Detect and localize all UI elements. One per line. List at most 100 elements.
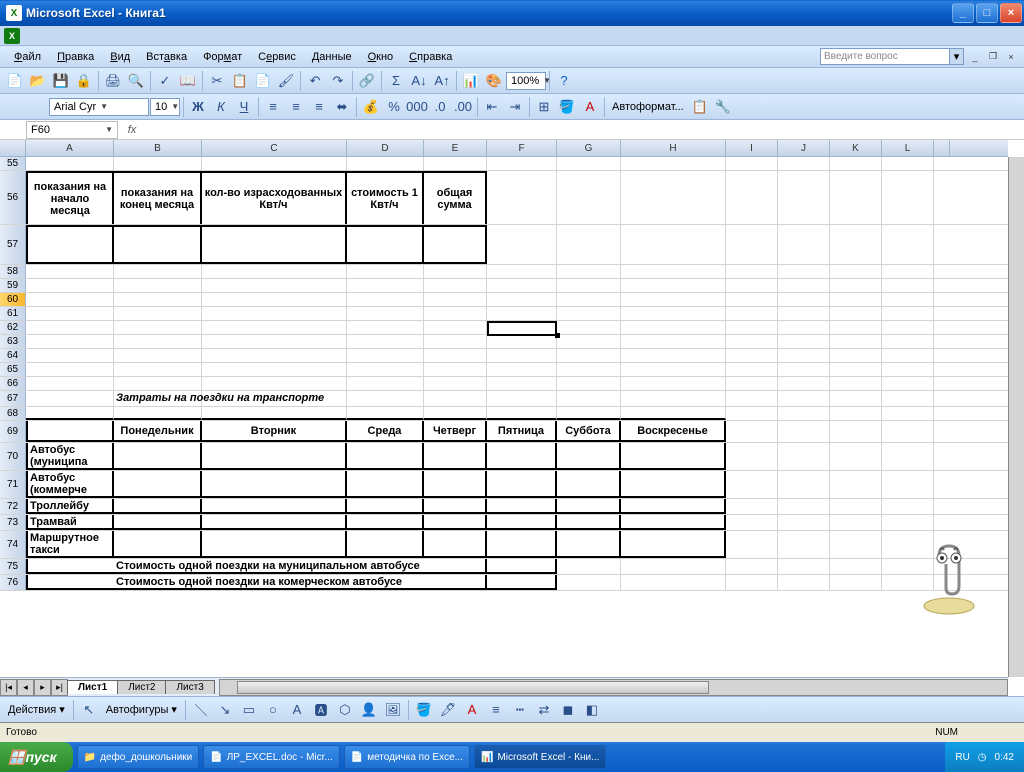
col-J[interactable]: J [778,140,830,156]
sheet-nav-prev[interactable]: ◂ [17,679,34,696]
col-K[interactable]: K [830,140,882,156]
sheet-nav-next[interactable]: ▸ [34,679,51,696]
inc-indent-button[interactable]: ⇥ [504,96,526,118]
menu-edit[interactable]: Правка [49,49,102,65]
col-D[interactable]: D [347,140,424,156]
sheet-tab-2[interactable]: Лист2 [117,680,166,694]
menu-insert[interactable]: Вставка [138,49,195,65]
select-arrow[interactable]: ↖ [78,699,100,721]
underline-button[interactable]: Ч [233,96,255,118]
print-button[interactable]: 🖨 [102,70,124,92]
name-box[interactable]: F60▼ [26,121,118,139]
tray-icon[interactable]: ◷ [978,752,987,763]
copy-button[interactable]: 📋 [229,70,251,92]
table1-h2[interactable]: показания на конец месяца [114,171,202,224]
maximize-button[interactable]: □ [976,3,998,23]
new-button[interactable]: 📄 [4,70,26,92]
rect-tool[interactable]: ▭ [238,699,260,721]
tool-extra2[interactable]: 🔧 [712,96,734,118]
picture-tool[interactable]: 🖼 [382,699,404,721]
spell-button[interactable]: ✓ [154,70,176,92]
permissions-button[interactable]: 🔒 [73,70,95,92]
menu-service[interactable]: Сервис [250,49,304,65]
row-head[interactable]: 55 [0,157,26,170]
task-folder[interactable]: 📁 дефо_дошкольники [77,745,200,769]
dash-style-button[interactable]: ┅ [509,699,531,721]
vertical-scrollbar[interactable] [1008,157,1024,677]
align-center-button[interactable]: ≡ [285,96,307,118]
bold-button[interactable]: Ж [187,96,209,118]
borders-button[interactable]: ⊞ [533,96,555,118]
task-word2[interactable]: 📄 методичка по Exce... [344,745,470,769]
menu-data[interactable]: Данные [304,49,360,65]
doc-close[interactable]: × [1004,50,1018,64]
inc-decimal-button[interactable]: .0 [429,96,451,118]
select-all-corner[interactable] [0,140,26,156]
col-L[interactable]: L [882,140,934,156]
chart-button[interactable]: 📊 [460,70,482,92]
preview-button[interactable]: 🔍 [125,70,147,92]
sheet-tab-1[interactable]: Лист1 [67,680,118,694]
cut-button[interactable]: ✂ [206,70,228,92]
col-C[interactable]: C [202,140,347,156]
table1-h4[interactable]: стоимость 1 Квт/ч [347,171,424,224]
sheet-nav-first[interactable]: |◂ [0,679,17,696]
fill-handle[interactable] [555,333,560,338]
ask-question-box[interactable]: Введите вопрос [820,48,950,65]
table1-h3[interactable]: кол-во израсходованных Квт/ч [202,171,347,224]
clock[interactable]: 0:42 [995,752,1014,763]
sheet-tab-3[interactable]: Лист3 [165,680,214,694]
hyperlink-button[interactable]: 🔗 [356,70,378,92]
arrow-style-button[interactable]: ⇄ [533,699,555,721]
row-head[interactable]: 57 [0,225,26,264]
sort-desc-button[interactable]: A↑ [431,70,453,92]
textbox-tool[interactable]: A [286,699,308,721]
tool-extra1[interactable]: 📋 [689,96,711,118]
comma-button[interactable]: 000 [406,96,428,118]
format-painter-button[interactable]: 🖌 [275,70,297,92]
font-name-dropdown[interactable]: Arial Cyr▼ [49,98,149,116]
font-color-button[interactable]: A [579,96,601,118]
task-word1[interactable]: 📄 ЛР_EXCEL.doc - Micr... [203,745,340,769]
dec-indent-button[interactable]: ⇤ [481,96,503,118]
col-A[interactable]: A [26,140,114,156]
sort-asc-button[interactable]: A↓ [408,70,430,92]
zoom-dropdown[interactable]: 100%▼ [506,72,546,90]
font-color-button2[interactable]: A [461,699,483,721]
col-G[interactable]: G [557,140,621,156]
fill-color-button[interactable]: 🪣 [556,96,578,118]
align-right-button[interactable]: ≡ [308,96,330,118]
col-H[interactable]: H [621,140,726,156]
fill-button[interactable]: 🪣 [413,699,435,721]
menu-help[interactable]: Справка [401,49,460,65]
diagram-tool[interactable]: ⬡ [334,699,356,721]
fx-button[interactable]: fx [122,124,142,136]
menu-view[interactable]: Вид [102,49,138,65]
task-excel[interactable]: 📊 Microsoft Excel - Кни... [474,745,606,769]
doc-restore[interactable]: ❐ [986,50,1000,64]
table1-h1[interactable]: показания на начало месяца [26,171,114,224]
lang-indicator[interactable]: RU [955,752,969,763]
menu-format[interactable]: Формат [195,49,250,65]
oval-tool[interactable]: ○ [262,699,284,721]
font-size-dropdown[interactable]: 10▼ [150,98,180,116]
col-F[interactable]: F [487,140,557,156]
currency-button[interactable]: 💰 [360,96,382,118]
3d-button[interactable]: ◧ [581,699,603,721]
table1-h5[interactable]: общая сумма [424,171,487,224]
formula-input[interactable] [142,121,1024,139]
drawing-button[interactable]: 🎨 [483,70,505,92]
autosum-button[interactable]: Σ [385,70,407,92]
ask-dropdown[interactable]: ▾ [950,48,964,65]
menu-file[interactable]: Файл [6,49,49,65]
open-button[interactable]: 📂 [27,70,49,92]
arrow-tool[interactable]: ↘ [214,699,236,721]
percent-button[interactable]: % [383,96,405,118]
sheet-nav-last[interactable]: ▸| [51,679,68,696]
autoshapes-button[interactable]: Автофигуры ▾ [102,703,181,716]
align-left-button[interactable]: ≡ [262,96,284,118]
row-head[interactable]: 56 [0,171,26,224]
minimize-button[interactable]: _ [952,3,974,23]
section-title[interactable]: Затраты на поездки на транспорте [114,391,202,406]
line-tool[interactable]: ＼ [190,699,212,721]
